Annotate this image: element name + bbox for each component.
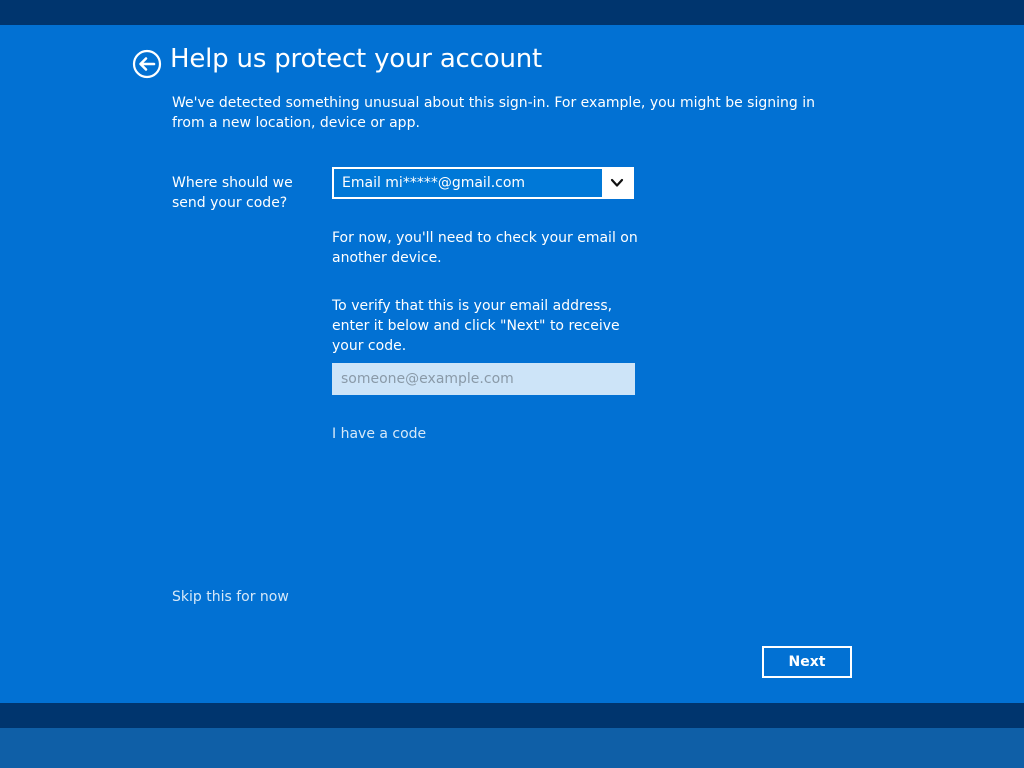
back-button[interactable] (132, 49, 162, 79)
intro-text: We've detected something unusual about t… (172, 95, 815, 131)
bottom-band (0, 728, 1024, 768)
page-title: Help us protect your account (170, 44, 543, 74)
verification-method-dropdown[interactable]: Email mi*****@gmail.com (332, 167, 634, 199)
top-strip (0, 0, 1024, 25)
skip-link[interactable]: Skip this for now (172, 587, 289, 607)
chevron-down-icon (610, 178, 624, 187)
send-code-label: Where should we send your code? (172, 175, 293, 211)
other-device-note: For now, you'll need to check your email… (332, 230, 638, 266)
verification-method-value: Email mi*****@gmail.com (342, 175, 526, 191)
next-button[interactable]: Next (762, 646, 852, 678)
have-code-link[interactable]: I have a code (332, 424, 426, 444)
back-arrow-circle-icon (132, 49, 162, 79)
bottom-strip (0, 703, 1024, 728)
email-confirm-input[interactable] (332, 363, 635, 395)
dropdown-toggle[interactable] (602, 169, 632, 197)
enter-email-instructions: To verify that this is your email addres… (332, 298, 620, 354)
